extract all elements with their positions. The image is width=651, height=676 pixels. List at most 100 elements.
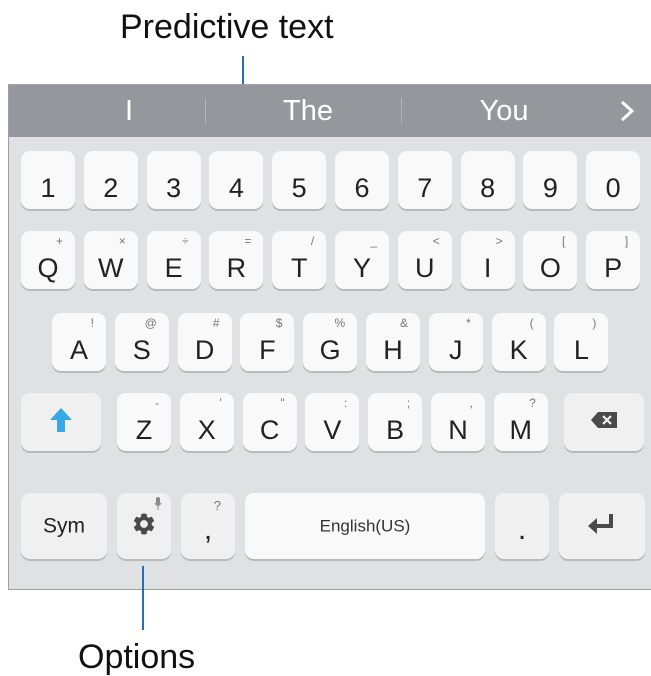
suggestion-divider — [205, 98, 206, 124]
letter-key[interactable]: ,N — [431, 393, 485, 451]
key-label: L — [573, 335, 589, 365]
key-label: 5 — [291, 173, 307, 203]
letter-key[interactable]: " C — [242, 393, 297, 451]
key-label: 2 — [103, 173, 119, 203]
key-secondary-symbol: & — [399, 316, 408, 330]
comma-key-secondary: ? — [213, 498, 221, 513]
number-key[interactable]: 0 — [586, 151, 641, 209]
key-label: X — [197, 415, 216, 445]
suggestion-1[interactable]: I — [49, 85, 209, 137]
letter-key[interactable]: # D — [177, 313, 232, 371]
key-label: R — [226, 253, 247, 283]
key-secondary-symbol: ) — [592, 316, 597, 330]
options-callout: Options — [78, 638, 196, 676]
options-pointer-line — [142, 566, 144, 630]
letter-key[interactable]: [O — [523, 231, 578, 289]
key-label: 1 — [40, 173, 56, 203]
letter-key[interactable]: & H — [366, 313, 420, 371]
key-label: 4 — [228, 173, 244, 203]
key-secondary-symbol: × — [118, 234, 126, 248]
number-key[interactable]: 1 — [21, 151, 75, 209]
key-label: F — [259, 335, 276, 365]
key-secondary-symbol: < — [432, 234, 440, 248]
letter-key[interactable]: ) L — [554, 313, 609, 371]
key-label: 9 — [542, 173, 558, 203]
comma-key[interactable]: ? , — [181, 493, 235, 559]
key-secondary-symbol: * — [466, 316, 471, 330]
key-label: D — [194, 335, 215, 365]
key-label: 8 — [480, 173, 496, 203]
letter-key[interactable]: $ F — [240, 313, 295, 371]
prediction-bar: I The You — [9, 85, 651, 137]
number-key[interactable]: 2 — [83, 151, 138, 209]
key-label: Q — [37, 253, 59, 283]
key-label: E — [164, 253, 183, 283]
key-secondary-symbol: > — [495, 234, 503, 248]
chevron-right-icon[interactable] — [609, 85, 645, 137]
number-key[interactable]: 4 — [209, 151, 264, 209]
letter-key[interactable]: ] P — [586, 231, 641, 289]
enter-icon — [559, 512, 645, 540]
key-label: 0 — [605, 173, 621, 203]
letter-key[interactable]: * J — [428, 313, 483, 371]
options-key[interactable] — [117, 493, 171, 559]
number-key[interactable]: 3 — [146, 151, 201, 209]
letter-key[interactable]: @ S — [114, 313, 169, 371]
key-label: V — [323, 415, 342, 445]
letter-key[interactable]: × W — [83, 231, 138, 289]
suggestion-2[interactable]: The — [223, 85, 393, 137]
sym-key[interactable]: Sym — [21, 493, 107, 559]
key-label: P — [604, 253, 623, 283]
number-key[interactable]: 8 — [460, 151, 515, 209]
letter-key[interactable]: ÷ E — [146, 231, 201, 289]
keyboard: I The You Sym ? , English(US) . 1 2 3 4 … — [8, 84, 651, 590]
key-secondary-symbol: ] — [624, 234, 629, 248]
key-label: T — [290, 253, 308, 283]
letter-key[interactable]: + Q — [21, 231, 75, 289]
letter-key[interactable]: = R — [209, 231, 264, 289]
letter-key[interactable]: / T — [272, 231, 327, 289]
number-key[interactable]: 9 — [523, 151, 578, 209]
key-label: Y — [352, 253, 371, 283]
number-key[interactable]: 6 — [335, 151, 389, 209]
predictive-text-callout: Predictive text — [120, 8, 334, 46]
period-key[interactable]: . — [495, 493, 549, 559]
letter-key[interactable]: -Z — [117, 393, 171, 451]
letter-key[interactable]: % G — [303, 313, 358, 371]
key-label: I — [483, 253, 492, 283]
key-secondary-symbol: / — [310, 234, 315, 248]
enter-key[interactable] — [559, 493, 645, 559]
number-key[interactable]: 5 — [272, 151, 327, 209]
number-key[interactable]: 7 — [397, 151, 452, 209]
key-secondary-symbol: - — [155, 396, 159, 410]
key-label: C — [259, 415, 280, 445]
key-label: O — [539, 253, 561, 283]
key-label: A — [69, 335, 88, 365]
sym-key-label: Sym — [43, 514, 85, 538]
letter-key[interactable]: > I — [460, 231, 515, 289]
key-secondary-symbol: % — [334, 316, 346, 330]
gear-icon — [117, 511, 171, 541]
letter-key[interactable]: < U — [397, 231, 452, 289]
key-secondary-symbol: ' — [219, 396, 222, 410]
backspace-key[interactable] — [564, 393, 644, 451]
key-secondary-symbol: : — [344, 396, 348, 410]
suggestion-3[interactable]: You — [429, 85, 579, 137]
letter-key[interactable]: ; B — [368, 393, 423, 451]
letter-key[interactable]: _ Y — [335, 231, 389, 289]
letter-key[interactable]: ! A — [52, 313, 106, 371]
suggestion-divider — [401, 98, 402, 124]
shift-key[interactable] — [21, 393, 101, 451]
letter-key[interactable]: ' X — [179, 393, 234, 451]
letter-key[interactable]: ? M — [493, 393, 548, 451]
key-label: B — [386, 415, 405, 445]
space-key-language-label: English(US) — [319, 516, 411, 536]
key-label: 3 — [166, 173, 182, 203]
key-secondary-symbol: ! — [90, 316, 94, 330]
letter-key[interactable]: (K — [491, 313, 546, 371]
space-key[interactable]: English(US) — [245, 493, 485, 559]
key-secondary-symbol: ÷ — [182, 234, 189, 248]
letter-key[interactable]: :V — [305, 393, 360, 451]
key-secondary-symbol: = — [244, 234, 252, 248]
key-label: K — [509, 335, 528, 365]
